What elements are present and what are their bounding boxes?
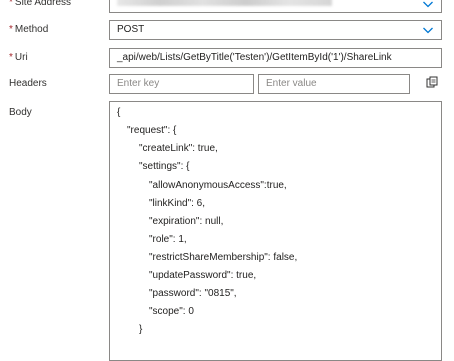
body-line: { [117, 107, 121, 118]
body-line: } [139, 324, 143, 335]
site-address-value-redacted [117, 0, 332, 6]
switch-to-text-mode-icon[interactable] [425, 76, 439, 90]
body-line: "createLink": true, [139, 143, 218, 154]
required-marker: * [9, 0, 13, 8]
uri-label: * Uri [9, 52, 28, 63]
body-line: "scope": 0 [149, 306, 194, 317]
headers-label: Headers [9, 78, 47, 89]
required-marker: * [9, 52, 13, 63]
body-line: "expiration": null, [149, 216, 224, 227]
body-line: "linkKind": 6, [149, 198, 206, 209]
chevron-down-icon [423, 27, 433, 34]
uri-input[interactable]: _api/web/Lists/GetByTitle('Testen')/GetI… [109, 48, 442, 68]
method-dropdown[interactable]: POST [109, 20, 442, 40]
body-line: "request": { [127, 125, 177, 136]
body-line: "settings": { [139, 161, 190, 172]
required-marker: * [9, 24, 13, 35]
uri-value: _api/web/Lists/GetByTitle('Testen')/GetI… [117, 52, 392, 63]
header-value-input[interactable]: Enter value [258, 74, 410, 94]
header-key-input[interactable]: Enter key [109, 74, 254, 94]
body-line: "role": 1, [149, 234, 187, 245]
method-value: POST [117, 24, 145, 35]
site-address-dropdown[interactable] [109, 0, 442, 13]
header-value-placeholder: Enter value [266, 78, 317, 89]
body-textarea[interactable]: { "request": { "createLink": true, "sett… [109, 101, 442, 361]
header-key-placeholder: Enter key [117, 78, 160, 89]
body-line: "restrictShareMembership": false, [149, 252, 298, 263]
body-line: "updatePassword": true, [149, 270, 257, 281]
body-line: "password": "0815", [149, 288, 237, 299]
body-line: "allowAnonymousAccess":true, [149, 180, 287, 191]
body-label: Body [9, 107, 32, 118]
method-label: * Method [9, 24, 49, 35]
chevron-down-icon [423, 1, 433, 8]
site-address-label: * Site Address [9, 0, 71, 8]
